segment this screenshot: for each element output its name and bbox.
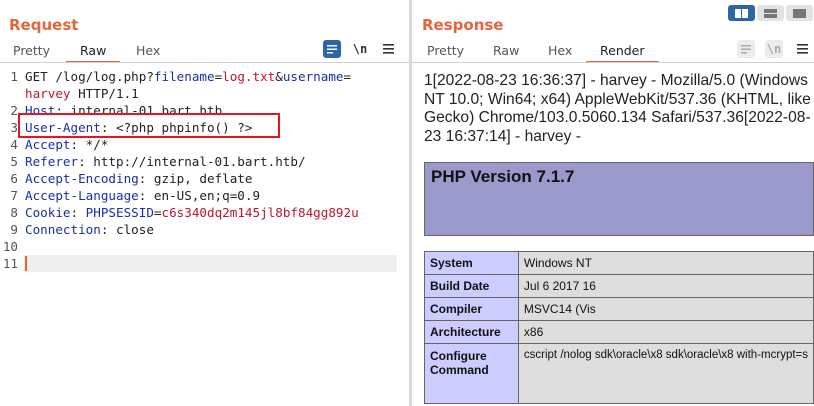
code-text: : close — [100, 222, 154, 237]
view-toggles — [728, 5, 813, 21]
response-pane: Response Pretty Raw Hex Render \n 1[2022… — [412, 0, 814, 406]
single-pane-icon[interactable] — [786, 5, 813, 21]
code-text: GET /log/log.php? — [25, 69, 154, 84]
table-row: Build Date Jul 6 2017 16 — [424, 274, 814, 298]
phpinfo-label: Configure Command — [424, 343, 519, 404]
newline-toggle-icon[interactable]: \n — [351, 40, 369, 58]
phpinfo-label: Architecture — [424, 320, 519, 344]
line-number: 10 — [2, 239, 18, 254]
header-key: PHPSESSID — [85, 205, 154, 220]
code-text: & — [275, 69, 283, 84]
header-key: Connection — [25, 222, 101, 237]
split-horizontal-icon[interactable] — [728, 5, 755, 21]
response-tab-render[interactable]: Render — [586, 42, 658, 63]
table-row: Compiler MSVC14 (Vis — [424, 297, 814, 321]
line-code: Accept-Encoding: gzip, deflate — [25, 170, 252, 187]
phpinfo-label: Compiler — [424, 297, 519, 321]
param-value: log.txt — [222, 69, 276, 84]
line-code: harvey HTTP/1.1 — [25, 85, 139, 102]
line-number: 11 — [2, 256, 18, 271]
line-number: 6 — [10, 171, 18, 186]
response-tab-pretty[interactable]: Pretty — [427, 42, 464, 60]
line-number: 5 — [10, 154, 18, 169]
table-row: Architecture x86 — [424, 320, 814, 344]
response-tabbar-divider — [412, 62, 814, 63]
line-number: 9 — [10, 222, 18, 237]
menu-icon[interactable] — [793, 40, 811, 58]
table-row: System Windows NT — [424, 251, 814, 275]
header-key: Accept-Encoding — [25, 171, 139, 186]
response-tab-raw[interactable]: Raw — [493, 42, 519, 60]
render-view: 1[2022-08-23 16:36:37] - harvey - Mozill… — [424, 66, 814, 406]
phpinfo-value: MSVC14 (Vis — [517, 297, 814, 321]
wrap-icon[interactable] — [323, 40, 341, 58]
line-number: 3 — [10, 120, 18, 135]
split-vertical-icon[interactable] — [757, 5, 784, 21]
header-key: filename — [153, 69, 215, 84]
php-version-title: PHP Version 7.1.7 — [431, 167, 575, 186]
phpinfo-table: System Windows NT Build Date Jul 6 2017 16 C… — [424, 251, 814, 404]
code-text: : */* — [70, 137, 109, 152]
log-text: 1[2022-08-23 16:36:37] - harvey - Mozill… — [424, 72, 811, 145]
newline-toggle-icon[interactable]: \n — [765, 40, 783, 58]
line-number: 2 — [10, 103, 18, 118]
phpinfo-value: x86 — [517, 320, 814, 344]
line-number: 7 — [10, 188, 18, 203]
line-code: Accept-Language: en-US,en;q=0.9 — [25, 187, 260, 204]
request-tab-raw[interactable]: Raw — [65, 42, 121, 63]
phpinfo-value: Windows NT — [517, 251, 814, 275]
param-value: c6s340dq2m145jl8bf84gg892u — [161, 205, 359, 220]
header-key: Accept — [25, 137, 71, 152]
phpinfo-label: System — [424, 251, 519, 275]
request-title: Request — [9, 16, 79, 34]
text-caret — [25, 256, 27, 271]
line-number: 8 — [10, 205, 18, 220]
current-line-highlight — [24, 255, 397, 272]
table-row: Configure Command cscript /nolog sdk\orac… — [424, 343, 814, 404]
phpinfo-value: Jul 6 2017 16 — [517, 274, 814, 298]
line-code: GET /log/log.php?filename = log.txt&userna… — [25, 68, 351, 85]
code-text: HTTP/1.1 — [70, 86, 139, 101]
line-number: 1 — [10, 69, 18, 84]
code-text: : http://internal-01.bart.htb/ — [78, 154, 306, 169]
line-code: Referer: http://internal-01.bart.htb/ — [25, 153, 306, 170]
line-number: 4 — [10, 137, 18, 152]
header-key: username — [282, 69, 344, 84]
code-text: : — [70, 205, 86, 220]
phpinfo-value: cscript /nolog sdk\oracle\x8 sdk\oracle\… — [517, 343, 814, 404]
line-code: Cookie: PHPSESSID=c6s340dq2m145jl8bf84gg… — [25, 204, 359, 221]
request-tab-hex[interactable]: Hex — [136, 42, 160, 60]
request-tab-pretty[interactable]: Pretty — [13, 42, 50, 60]
menu-icon[interactable] — [379, 40, 397, 58]
response-tab-hex[interactable]: Hex — [548, 42, 572, 60]
header-key: Accept-Language — [25, 188, 139, 203]
code-text: : en-US,en;q=0.9 — [138, 188, 261, 203]
php-version-header: PHP Version 7.1.7 — [424, 162, 814, 236]
code-text: = — [153, 205, 162, 220]
line-code: Connection: close — [25, 221, 154, 238]
header-key: Cookie — [25, 205, 71, 220]
header-key: Referer — [25, 154, 79, 169]
request-tabbar-divider — [0, 62, 409, 63]
wrap-icon[interactable] — [737, 40, 755, 58]
user-agent-highlight-box — [18, 113, 280, 138]
line-code: Accept: */* — [25, 136, 108, 153]
request-pane: Request Pretty Raw Hex \n 1 GET /log/log.… — [0, 0, 409, 406]
code-text: = — [343, 69, 352, 84]
response-title: Response — [422, 16, 504, 34]
param-value: harvey — [25, 86, 71, 101]
code-text: : gzip, deflate — [138, 171, 253, 186]
phpinfo-label: Build Date — [424, 274, 519, 298]
